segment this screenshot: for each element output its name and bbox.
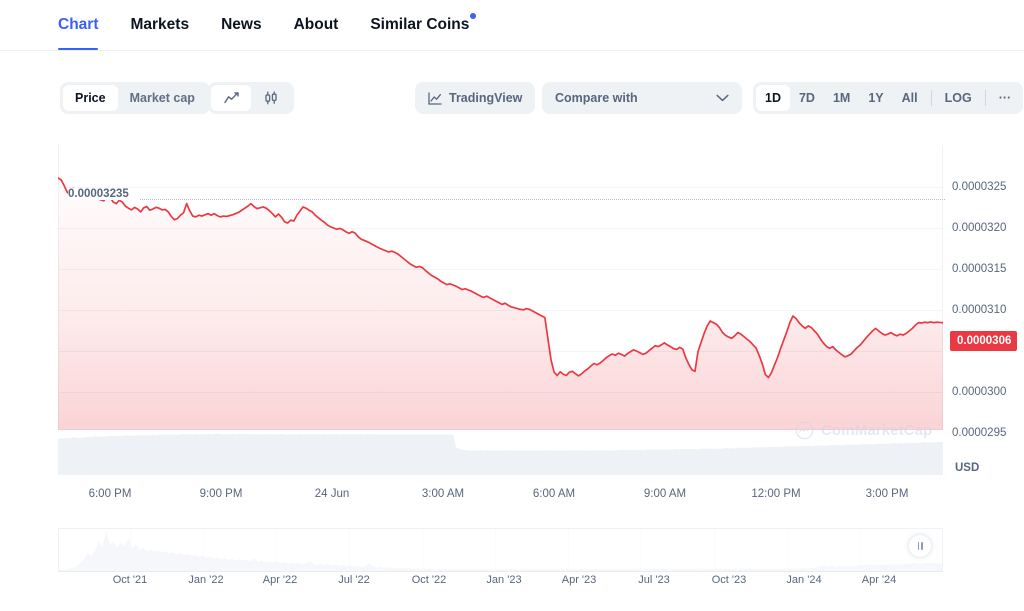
y-tick: 0.0000310 (952, 304, 1007, 316)
chart-type-toggle-group (208, 82, 294, 114)
navigator-right-handle[interactable] (909, 535, 931, 557)
y-tick: 0.0000295 (952, 427, 1007, 439)
tradingview-button[interactable]: TradingView (415, 82, 536, 114)
navigator-x-tick: Jan '24 (786, 574, 822, 586)
metric-toggle-group: Price Market cap (60, 82, 210, 114)
chevron-down-icon (716, 94, 729, 102)
tab-news[interactable]: News (221, 0, 262, 50)
y-tick: 0.0000320 (952, 222, 1007, 234)
y-axis: 0.0000325 0.0000320 0.0000315 0.0000310 … (950, 145, 1024, 485)
log-scale-button[interactable]: LOG (936, 85, 981, 111)
candlestick-chart-icon[interactable] (251, 85, 291, 111)
tab-similar-coins[interactable]: Similar Coins (370, 0, 477, 50)
range-7d[interactable]: 7D (790, 85, 824, 111)
navigator-x-tick: Jan '22 (188, 574, 224, 586)
compare-with-label: Compare with (555, 91, 638, 105)
open-price-dotted-line (140, 199, 945, 200)
range-1y[interactable]: 1Y (859, 85, 892, 111)
line-chart-icon[interactable] (211, 85, 251, 111)
metric-toggle-market-cap[interactable]: Market cap (118, 85, 207, 111)
compare-with-dropdown[interactable]: Compare with (542, 82, 742, 114)
coinmarketcap-chart-page: Chart Markets News About Similar Coins P… (0, 0, 1024, 611)
chart-toolbar: Price Market cap TradingView Compare wit… (0, 51, 1024, 145)
navigator-x-tick: Oct '21 (112, 574, 148, 586)
x-axis: 6:00 PM 9:00 PM 24 Jun 3:00 AM 6:00 AM 9… (58, 488, 943, 508)
tab-similar-coins-label: Similar Coins (370, 16, 470, 33)
more-options-button[interactable]: ··· (990, 85, 1021, 111)
currency-label: USD (955, 462, 980, 474)
x-tick: 24 Jun (314, 488, 350, 500)
tab-markets-label: Markets (130, 16, 190, 33)
price-line-svg (58, 177, 943, 430)
volume-area-fill (58, 433, 943, 475)
navigator-baseline (58, 571, 943, 572)
navigator[interactable] (58, 528, 943, 572)
x-tick: 12:00 PM (751, 488, 801, 500)
y-tick: 0.0000300 (952, 386, 1007, 398)
tradingview-icon (428, 91, 442, 105)
x-tick: 3:00 AM (421, 488, 465, 500)
x-tick: 3:00 PM (865, 488, 909, 500)
toolbar-divider-2 (984, 90, 986, 106)
tab-chart[interactable]: Chart (58, 0, 99, 50)
new-badge-dot-icon (470, 13, 477, 19)
metric-market-cap-label: Market cap (129, 91, 195, 105)
tab-chart-label: Chart (58, 16, 99, 33)
metric-toggle-price[interactable]: Price (63, 85, 118, 111)
tab-about-label: About (293, 16, 339, 33)
tab-about[interactable]: About (294, 0, 339, 50)
toolbar-divider-1 (930, 90, 932, 106)
volume-area-svg (58, 433, 943, 475)
drag-handle-icon (917, 542, 919, 550)
x-tick: 6:00 PM (88, 488, 132, 500)
y-tick: 0.0000325 (952, 181, 1007, 193)
drag-handle-icon (921, 542, 923, 550)
navigator-selection-window[interactable] (58, 528, 943, 572)
navigator-x-axis: Oct '21 Jan '22 Apr '22 Jul '22 Oct '22 … (58, 574, 943, 594)
range-1m[interactable]: 1M (824, 85, 859, 111)
x-tick: 9:00 AM (643, 488, 687, 500)
range-selector-group: 1D 7D 1M 1Y All LOG ··· (753, 82, 1024, 114)
metric-price-label: Price (75, 91, 106, 105)
tab-news-label: News (221, 16, 262, 33)
navigator-x-tick: Apr '22 (262, 574, 298, 586)
navigator-x-tick: Jul '22 (338, 574, 370, 586)
y-tick: 0.0000315 (952, 263, 1007, 275)
navigator-x-tick: Jul '23 (638, 574, 670, 586)
navigator-x-tick: Oct '23 (711, 574, 747, 586)
open-price-annotation: 0.00003235 (68, 188, 132, 200)
navigator-x-tick: Apr '23 (561, 574, 597, 586)
range-1d[interactable]: 1D (756, 85, 790, 111)
tab-markets[interactable]: Markets (130, 0, 189, 50)
tradingview-label: TradingView (449, 91, 523, 105)
navigator-x-tick: Jan '23 (486, 574, 522, 586)
range-all[interactable]: All (893, 85, 927, 111)
tab-bar: Chart Markets News About Similar Coins (0, 0, 1024, 51)
ellipsis-icon: ··· (998, 91, 1012, 105)
navigator-x-tick: Oct '22 (411, 574, 447, 586)
navigator-x-tick: Apr '24 (861, 574, 897, 586)
x-tick: 6:00 AM (532, 488, 576, 500)
x-tick: 9:00 PM (199, 488, 243, 500)
current-price-badge: 0.0000306 (950, 331, 1018, 351)
